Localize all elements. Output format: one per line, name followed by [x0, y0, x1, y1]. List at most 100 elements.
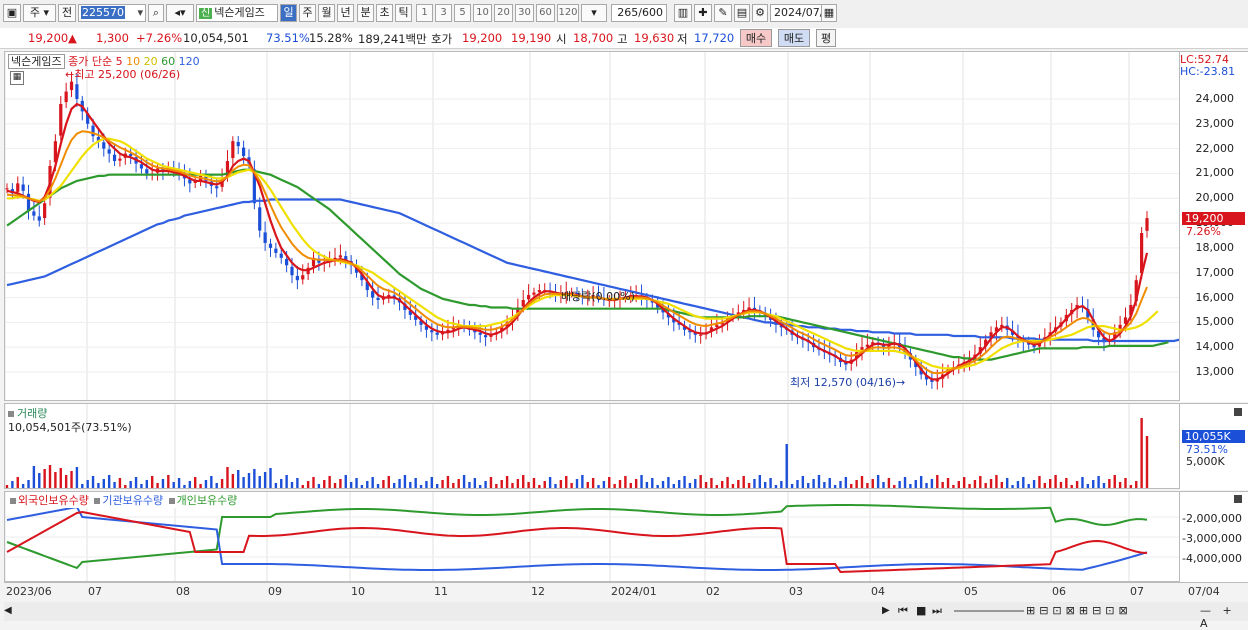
interval-5[interactable]: 5 — [454, 4, 471, 22]
sell-button[interactable]: 매도 — [778, 29, 810, 47]
volume-bar — [479, 485, 482, 488]
interval-20[interactable]: 20 — [494, 4, 513, 22]
volume-bar — [828, 478, 831, 488]
volume-bar — [629, 483, 632, 488]
volume-bar — [220, 479, 224, 488]
volume-bar — [1000, 482, 1004, 488]
interval-select[interactable]: ▾ — [581, 4, 607, 22]
price-y-tick: 22,000 — [1195, 141, 1235, 155]
scroll-left-icon[interactable]: ◀ — [4, 605, 12, 616]
table-icon[interactable]: ▦ — [10, 71, 24, 85]
prev-button[interactable]: 전 — [58, 4, 76, 22]
x-axis-label: 10 — [351, 585, 365, 598]
gear-icon[interactable]: ⚙ — [752, 4, 768, 22]
chart-layout-icon[interactable]: ▣ — [3, 4, 21, 22]
volume-bar — [269, 468, 272, 488]
volume-bar — [199, 484, 202, 488]
volume-bar — [774, 485, 778, 488]
holdings-panel[interactable]: 외국인보유수량 기관보유수량 개인보유수량 — [4, 491, 1180, 582]
stock-name-tag: 넥슨게임즈 — [8, 54, 65, 69]
volume-bar — [301, 485, 304, 488]
interval-10[interactable]: 10 — [473, 4, 492, 22]
forward-icon[interactable]: ⏭ — [932, 604, 942, 618]
calendar-icon[interactable]: ▦ — [821, 4, 837, 22]
search-icon[interactable]: ⌕ — [148, 4, 164, 22]
volume-bar — [1140, 418, 1143, 488]
volume-bar — [435, 484, 439, 488]
volume-bar — [1038, 476, 1041, 488]
volume-bar — [860, 476, 864, 488]
code-input[interactable]: 225570 ▾ — [78, 4, 146, 22]
volume-bar — [242, 477, 245, 488]
volume-bar — [97, 483, 100, 488]
volume-bar — [285, 475, 288, 488]
trade-volume: 10,054,501 — [183, 31, 249, 45]
volume-chart — [5, 404, 1149, 488]
eval-button[interactable]: 평 — [816, 29, 836, 47]
period-day[interactable]: 일 — [280, 4, 297, 22]
volume-bar — [102, 479, 105, 488]
price-y-tick: 20,000 — [1195, 191, 1235, 205]
volume-bar — [188, 481, 192, 488]
candle-body — [231, 141, 235, 159]
low-price: 17,720 — [694, 31, 735, 45]
buy-button[interactable]: 매수 — [740, 29, 772, 47]
save-icon[interactable]: ▤ — [734, 4, 750, 22]
volume-bar — [876, 475, 880, 488]
volume-bar — [48, 465, 52, 488]
volume-bar — [914, 480, 917, 488]
candle-body — [527, 295, 531, 300]
price-panel[interactable]: 넥슨게임즈 종가 단순 5 10 20 60 120 ▦ ←최고 25,200 … — [4, 51, 1180, 401]
period-year[interactable]: 년 — [337, 4, 354, 22]
candle-body — [64, 91, 68, 103]
volume-bar — [425, 481, 428, 488]
close-icon[interactable] — [1234, 495, 1242, 503]
volume-panel[interactable]: 거래량 10,054,501주(73.51%) — [4, 403, 1180, 489]
volume-bar — [801, 476, 805, 488]
candle-body — [43, 203, 47, 219]
period-month[interactable]: 월 — [318, 4, 335, 22]
scroll-right-icon[interactable]: ▶ — [882, 605, 890, 616]
period-second[interactable]: 초 — [376, 4, 393, 22]
count-field[interactable]: 265/600 — [611, 4, 667, 22]
crosshair-icon[interactable]: ✚ — [694, 4, 712, 22]
period-tick[interactable]: 틱 — [395, 4, 412, 22]
scrollbar[interactable]: ◀ ▶ ⏮ ■ ⏭ ⊞⊟⊡⊠⊞⊟⊡⊠ — + A — [4, 602, 1248, 630]
period-week[interactable]: 주 — [299, 4, 316, 22]
stock-name[interactable]: 신 넥슨게임즈 — [196, 4, 278, 22]
turnover: 15.28% — [309, 31, 353, 45]
draw-icon[interactable]: ✎ — [714, 4, 732, 22]
volume-bar — [344, 475, 347, 488]
rewind-icon[interactable]: ⏮ — [898, 604, 908, 618]
interval-1[interactable]: 1 — [416, 4, 433, 22]
interval-120[interactable]: 120 — [557, 4, 579, 22]
period-minute[interactable]: 분 — [357, 4, 374, 22]
tools-icon[interactable]: ⊞⊟⊡⊠⊞⊟⊡⊠ — [1026, 604, 1132, 617]
interval-3[interactable]: 3 — [435, 4, 452, 22]
sound-icon[interactable]: ◂▾ — [166, 4, 194, 22]
interval-30[interactable]: 30 — [515, 4, 534, 22]
volume-bar — [70, 471, 73, 488]
volume-bar — [150, 476, 154, 488]
volume-bar — [210, 476, 213, 488]
zoom-slider[interactable] — [954, 610, 1024, 612]
market-select[interactable]: 주 ▾ — [23, 4, 56, 22]
volume-bar — [473, 478, 477, 488]
volume-bar — [140, 484, 143, 488]
close-icon[interactable] — [1234, 408, 1242, 416]
interval-60[interactable]: 60 — [536, 4, 555, 22]
stop-icon[interactable]: ■ — [916, 604, 926, 617]
zoom-icon[interactable]: — + A — [1200, 604, 1248, 630]
volume-bar — [731, 484, 735, 488]
volume-tick: 5,000K — [1186, 455, 1225, 468]
volume-bar — [1032, 480, 1036, 488]
candle-icon[interactable]: ▥ — [674, 4, 692, 22]
volume-bar — [516, 479, 520, 488]
candle-body — [5, 188, 9, 190]
volume-axis: 10,055K 73.51% 5,000K — [1180, 403, 1248, 490]
volume-bar — [936, 475, 939, 488]
volume-bar — [177, 478, 181, 488]
volume-bar — [1027, 484, 1030, 488]
volume-bar — [1086, 484, 1090, 488]
low-note: 최저 12,570 (04/16) — [790, 376, 897, 389]
